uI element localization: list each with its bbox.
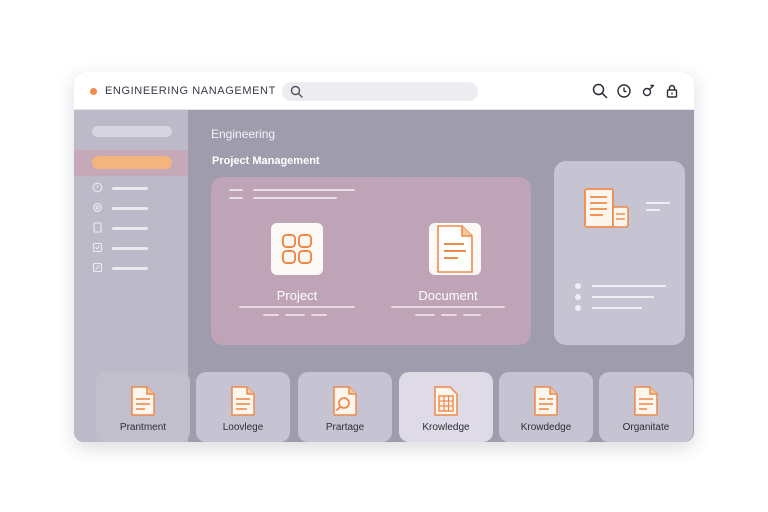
card-label: Prartage — [325, 422, 365, 433]
clock-icon — [92, 182, 103, 193]
document-icon — [93, 222, 102, 233]
card-label: Prantment — [119, 422, 167, 433]
search-document-icon — [333, 386, 357, 416]
preview-card[interactable] — [554, 161, 685, 345]
card-label: Krowledge — [422, 422, 470, 433]
lock-icon — [666, 84, 678, 98]
sidebar-item-3[interactable] — [92, 222, 172, 234]
clock-icon — [617, 84, 631, 98]
card-label: Krowdedge — [520, 422, 572, 433]
hero-panel: Project Document — [211, 177, 531, 345]
sidebar-item-5[interactable] — [92, 262, 172, 274]
card-6[interactable]: Organitate — [599, 372, 693, 442]
document-icon — [131, 386, 155, 416]
section-title: Project Management — [212, 155, 320, 167]
documents-icon — [584, 188, 629, 228]
lock-button[interactable] — [664, 83, 680, 99]
app-window: ENGINEERING NANAGEMENT Engineering Proje… — [74, 72, 694, 442]
edit-icon — [92, 262, 103, 273]
gear-icon — [93, 203, 102, 212]
sidebar-item-1[interactable] — [92, 182, 172, 194]
history-button[interactable] — [616, 83, 632, 99]
card-4[interactable]: Krowledge — [399, 372, 493, 442]
project-tile-label: Project — [276, 288, 318, 303]
sidebar-item-active[interactable] — [92, 156, 172, 169]
sidebar-item-2[interactable] — [92, 202, 172, 214]
document-icon — [437, 225, 473, 273]
sidebar-item-4[interactable] — [92, 242, 172, 254]
card-2[interactable]: Loovlege — [196, 372, 290, 442]
document-tile-label: Document — [418, 288, 478, 303]
card-3[interactable]: Prartage — [298, 372, 392, 442]
project-tile-button[interactable] — [271, 223, 323, 275]
card-5[interactable]: Krowdedge — [499, 372, 593, 442]
card-1[interactable]: Prantment — [96, 372, 190, 442]
grid-icon — [282, 234, 312, 264]
sidebar-header-placeholder — [92, 126, 172, 137]
checkbox-icon — [92, 242, 103, 253]
toolbar-search-button[interactable] — [592, 83, 608, 99]
search-icon — [592, 83, 608, 99]
search-input[interactable] — [282, 82, 478, 101]
document-tile-button[interactable] — [429, 223, 481, 275]
search-icon — [290, 85, 303, 98]
title-bar: ENGINEERING NANAGEMENT — [74, 72, 694, 110]
card-label: Organitate — [622, 422, 670, 433]
spreadsheet-icon — [434, 386, 458, 416]
document-icon — [634, 386, 658, 416]
document-icon — [231, 386, 255, 416]
document-icon — [534, 386, 558, 416]
breadcrumb[interactable]: Engineering — [211, 127, 275, 141]
app-title: ENGINEERING NANAGEMENT — [105, 85, 276, 97]
user-icon — [642, 84, 655, 97]
status-dot — [90, 88, 97, 95]
account-button[interactable] — [640, 83, 656, 99]
card-label: Loovlege — [222, 422, 264, 433]
card-row: Prantment Loovlege Prartage Krowledge Kr… — [94, 372, 694, 442]
